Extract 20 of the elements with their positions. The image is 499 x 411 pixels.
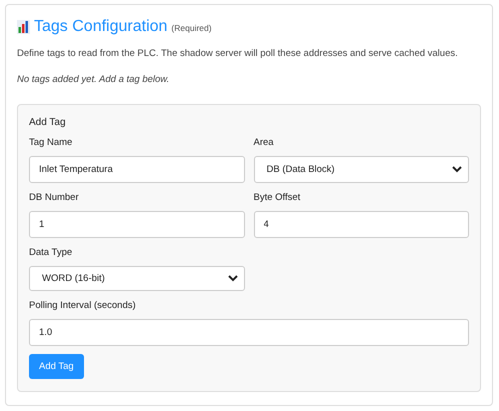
text-field[interactable]: 1.0 <box>29 319 469 346</box>
field-label: Data Type <box>29 247 74 258</box>
text-field[interactable]: Inlet Temperatura <box>29 156 244 183</box>
field-label: Tag Name <box>29 137 74 148</box>
field-label: Polling Interval (seconds) <box>29 300 137 311</box>
bar-chart-icon <box>17 20 30 34</box>
required-note: (Required) <box>171 23 212 33</box>
section-title: Tags Configuration <box>34 18 168 36</box>
chevron-down-icon <box>452 166 462 173</box>
empty-message: No tags added yet. Add a tag below. <box>17 74 170 85</box>
field-label: DB Number <box>29 192 80 203</box>
text-field[interactable]: 4 <box>254 211 469 238</box>
field-label: Area <box>254 137 275 148</box>
panel-heading: Add Tag <box>29 117 67 128</box>
text-field[interactable]: 1 <box>29 211 244 238</box>
section-description: Define tags to read from the PLC. The shadow server will poll these addresses and serve cached values. <box>17 48 459 59</box>
field-label: Byte Offset <box>254 192 302 203</box>
chevron-down-icon <box>228 275 238 282</box>
dropdown-field[interactable]: WORD (16-bit) <box>29 266 244 291</box>
dropdown-field[interactable]: DB (Data Block) <box>254 156 469 183</box>
